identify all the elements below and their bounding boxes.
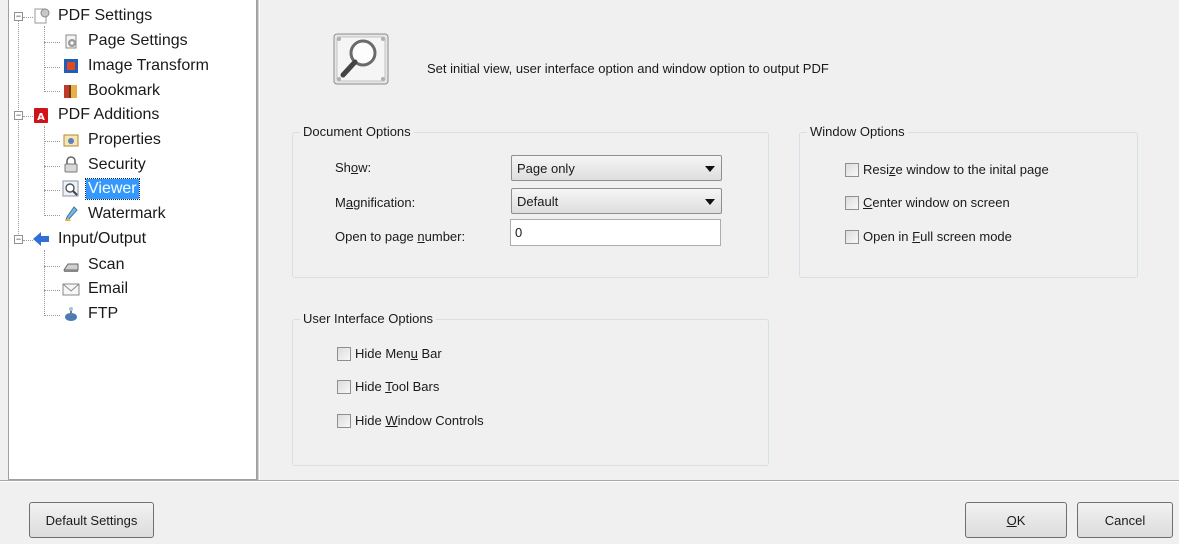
checkbox-box[interactable] <box>337 413 351 428</box>
footer-separator <box>0 480 1179 482</box>
tree-item-properties[interactable]: Properties <box>62 128 163 152</box>
tree-item-page-settings[interactable]: Page Settings <box>62 29 190 53</box>
checkbox-label: Hide Window Controls <box>355 413 484 428</box>
resize-window-checkbox[interactable]: Resize window to the inital page <box>845 162 1049 177</box>
ftp-icon <box>62 305 80 323</box>
hide-tool-bars-checkbox[interactable]: Hide Tool Bars <box>337 379 439 394</box>
tree-label: Properties <box>88 131 161 148</box>
pdf-icon: A <box>32 106 50 124</box>
checkbox-box[interactable] <box>845 162 859 177</box>
header-description: Set initial view, user interface option … <box>427 61 829 76</box>
tree-label: Input/Output <box>58 230 147 247</box>
checkbox-box[interactable] <box>845 195 859 210</box>
tree-label: PDF Additions <box>58 106 160 123</box>
show-label: Show: <box>335 160 372 175</box>
tree-item-scan[interactable]: Scan <box>62 253 126 277</box>
hide-window-controls-checkbox[interactable]: Hide Window Controls <box>337 413 484 428</box>
open-page-value: 0 <box>515 225 523 240</box>
tree-label: Email <box>88 280 129 297</box>
checkbox-box[interactable] <box>337 346 351 361</box>
panel-splitter[interactable] <box>257 0 260 480</box>
center-window-checkbox[interactable]: Center window on screen <box>845 195 1010 210</box>
open-page-input[interactable]: 0 <box>510 219 721 246</box>
svg-text:A: A <box>37 112 45 123</box>
button-label: Default Settings <box>45 512 138 528</box>
checkbox-label: Hide Tool Bars <box>355 379 440 394</box>
lock-icon <box>62 156 80 174</box>
tree-label: Viewer <box>85 178 140 200</box>
tree-label: Bookmark <box>88 82 161 99</box>
arrow-left-icon <box>32 230 50 248</box>
tree-item-ftp[interactable]: FTP <box>62 302 120 326</box>
magnification-dropdown[interactable]: Default <box>511 188 722 214</box>
fullscreen-checkbox[interactable]: Open in Full screen mode <box>845 229 1012 244</box>
envelope-icon <box>62 280 80 298</box>
tree-label: Scan <box>88 256 125 273</box>
tree-label: FTP <box>88 305 119 322</box>
image-transform-icon <box>62 57 80 75</box>
checkbox-label: Center window on screen <box>863 195 1010 210</box>
tree-item-viewer[interactable]: Viewer <box>62 177 140 201</box>
magnifier-icon <box>62 180 80 198</box>
open-page-label: Open to page number: <box>335 229 466 244</box>
tree-item-pdf-settings[interactable]: PDF Settings <box>32 4 154 28</box>
tree-item-pdf-additions[interactable]: A PDF Additions <box>32 103 161 127</box>
button-label: Cancel <box>1104 512 1146 528</box>
pdf-settings-icon <box>32 7 50 25</box>
chevron-down-icon <box>705 166 715 172</box>
group-title: User Interface Options <box>300 311 437 327</box>
tree-label: Page Settings <box>88 32 188 49</box>
default-settings-button[interactable]: Default Settings <box>29 502 154 538</box>
collapse-icon[interactable]: − <box>14 12 23 21</box>
ok-button[interactable]: OK <box>965 502 1067 538</box>
checkbox-box[interactable] <box>845 229 859 244</box>
hide-menu-bar-checkbox[interactable]: Hide Menu Bar <box>337 346 442 361</box>
group-title: Document Options <box>300 124 414 140</box>
settings-tree[interactable]: − − − PDF Settings Page Settings Image T… <box>8 0 257 480</box>
magnification-dropdown-value: Default <box>517 194 559 209</box>
checkbox-label: Hide Menu Bar <box>355 346 442 361</box>
button-label: OK <box>1006 512 1026 528</box>
watermark-icon <box>62 205 80 223</box>
tree-item-email[interactable]: Email <box>62 277 130 301</box>
tree-item-watermark[interactable]: Watermark <box>62 202 168 226</box>
magnifier-viewer-icon <box>331 31 391 87</box>
tree-label: Watermark <box>88 205 166 222</box>
gear-page-icon <box>62 32 80 50</box>
collapse-icon[interactable]: − <box>14 111 23 120</box>
tree-item-input-output[interactable]: Input/Output <box>32 227 148 251</box>
cancel-button[interactable]: Cancel <box>1077 502 1173 538</box>
checkbox-label: Resize window to the inital page <box>863 162 1049 177</box>
chevron-down-icon <box>705 199 715 205</box>
show-dropdown-value: Page only <box>517 161 575 176</box>
group-title: Window Options <box>807 124 908 140</box>
tree-label: Security <box>88 156 146 173</box>
checkbox-box[interactable] <box>337 379 351 394</box>
tree-item-bookmark[interactable]: Bookmark <box>62 79 162 103</box>
tree-item-image-transform[interactable]: Image Transform <box>62 54 211 78</box>
checkbox-label: Open in Full screen mode <box>863 229 1012 244</box>
book-icon <box>62 82 80 100</box>
magnification-label: Magnification: <box>335 195 416 210</box>
tree-label: Image Transform <box>88 57 209 74</box>
tree-label: PDF Settings <box>58 7 153 24</box>
tree-item-security[interactable]: Security <box>62 153 148 177</box>
properties-icon <box>62 131 80 149</box>
collapse-icon[interactable]: − <box>14 235 23 244</box>
show-dropdown[interactable]: Page only <box>511 155 722 181</box>
scanner-icon <box>62 256 80 274</box>
